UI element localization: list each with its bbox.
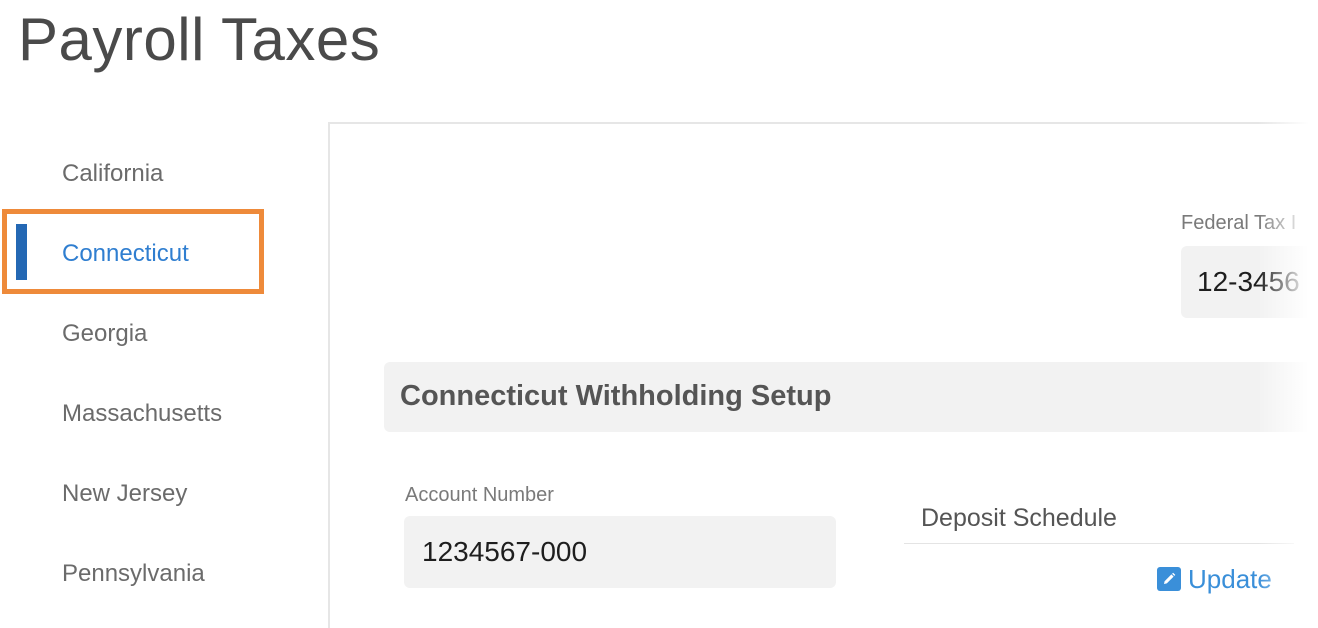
- page-title: Payroll Taxes: [18, 6, 381, 73]
- state-item-georgia[interactable]: Georgia: [62, 314, 147, 354]
- update-label: Update: [1188, 563, 1272, 594]
- selection-highlight: [2, 209, 264, 294]
- state-item-massachusetts[interactable]: Massachusetts: [62, 394, 222, 434]
- update-button[interactable]: Update: [1157, 564, 1272, 594]
- deposit-schedule-label: Deposit Schedule: [921, 504, 1117, 532]
- federal-tax-id-label: Federal Tax I: [1181, 212, 1297, 234]
- section-title: Connecticut Withholding Setup: [400, 380, 832, 412]
- account-number-value: 1234567-000: [422, 536, 588, 567]
- federal-tax-id-field[interactable]: 12-3456: [1181, 246, 1318, 318]
- state-item-new-jersey[interactable]: New Jersey: [62, 474, 187, 514]
- state-item-california[interactable]: California: [62, 154, 163, 194]
- federal-tax-id-value: 12-3456: [1197, 266, 1300, 297]
- account-number-field[interactable]: 1234567-000: [404, 516, 836, 588]
- withholding-section-header: Connecticut Withholding Setup: [384, 362, 1318, 432]
- state-item-pennsylvania[interactable]: Pennsylvania: [62, 554, 205, 594]
- deposit-divider: [904, 543, 1294, 544]
- edit-pencil-icon: [1157, 567, 1181, 591]
- account-number-label: Account Number: [405, 484, 554, 506]
- payroll-taxes-page: Payroll Taxes California Connecticut Geo…: [0, 0, 1318, 628]
